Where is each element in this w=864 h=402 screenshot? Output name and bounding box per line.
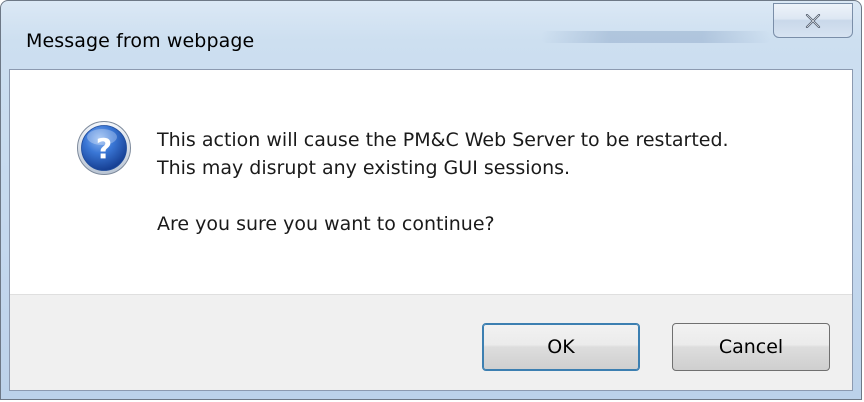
close-x-icon [805,13,821,28]
message-line-2: This may disrupt any existing GUI sessio… [157,157,571,179]
dialog-title: Message from webpage [26,30,255,52]
close-button[interactable] [773,3,853,38]
message-area: ? This action will cause the PM&C Web Se… [10,70,852,294]
title-bar[interactable]: Message from webpage [1,1,861,69]
message-text: This action will cause the PM&C Web Serv… [157,126,729,238]
message-dialog: Message from webpage ? This action will … [0,0,862,400]
question-icon: ? [77,121,131,175]
svg-text:?: ? [96,132,112,165]
message-line-1: This action will cause the PM&C Web Serv… [157,129,729,151]
confirm-question: Are you sure you want to continue? [157,213,495,235]
button-bar: OK Cancel [10,294,852,390]
background-window-text-blur [541,31,771,43]
ok-button[interactable]: OK [482,323,640,371]
dialog-client-area: ? This action will cause the PM&C Web Se… [9,69,853,391]
cancel-button[interactable]: Cancel [672,323,830,371]
